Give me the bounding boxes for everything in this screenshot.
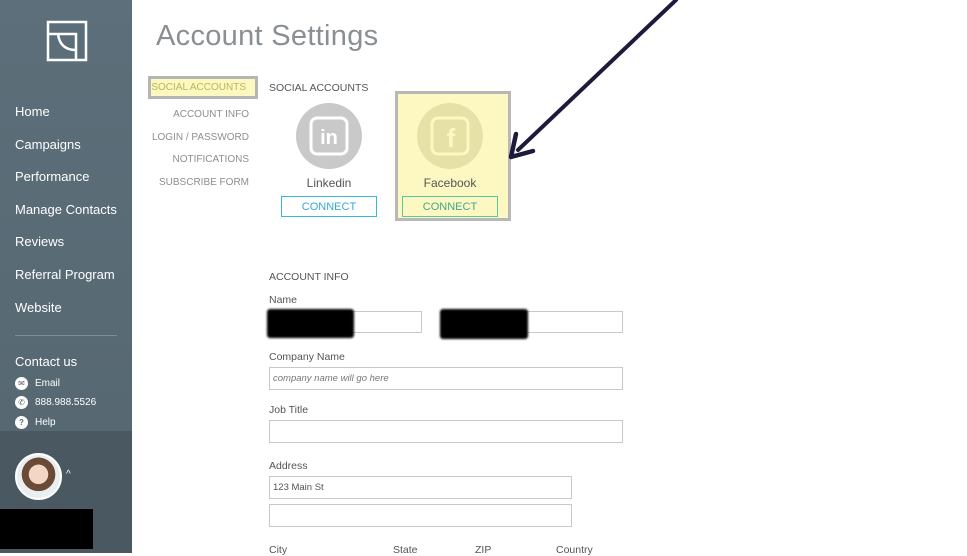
redacted-user-name [0,509,93,549]
chevron-up-icon[interactable]: ^ [66,469,71,480]
help-icon: ? [15,416,28,429]
address-line1-input[interactable]: 123 Main St [269,476,572,499]
job-title-input[interactable] [269,420,623,443]
profile-section: ^ [0,431,132,553]
email-icon: ✉ [15,377,28,390]
nav-referral-program[interactable]: Referral Program [0,263,132,296]
subnav-login-password[interactable]: LOGIN / PASSWORD [148,127,258,150]
sidebar-divider [15,335,117,336]
linkedin-label: Linkedin [306,176,352,190]
address-label: Address [269,460,308,472]
linkedin-connect-button[interactable]: CONNECT [281,196,377,217]
nav-manage-contacts[interactable]: Manage Contacts [0,198,132,231]
brand-logo[interactable] [46,20,88,62]
facebook-label: Facebook [423,176,477,190]
linkedin-card: in Linkedin CONNECT [280,103,378,217]
sidebar: Home Campaigns Performance Manage Contac… [0,0,132,553]
company-name-input[interactable]: company name will go here [269,367,623,390]
facebook-connect-button[interactable]: CONNECT [402,196,498,217]
name-label: Name [269,294,298,306]
settings-subnav: SOCIAL ACCOUNTS ACCOUNT INFO LOGIN / PAS… [148,76,258,194]
subnav-subscribe-form[interactable]: SUBSCRIBE FORM [148,172,258,195]
nav-home[interactable]: Home [0,100,132,133]
redacted-first-name [267,309,354,338]
facebook-card: f Facebook CONNECT [401,103,499,217]
nav-reviews[interactable]: Reviews [0,230,132,263]
company-name-label: Company Name [269,351,345,363]
contact-email-link[interactable]: ✉ Email [15,377,60,390]
address-line2-input[interactable] [269,504,572,527]
country-label: Country [556,544,593,556]
contact-help-link[interactable]: ? Help [15,416,56,429]
phone-icon: ✆ [15,396,28,409]
svg-text:in: in [320,127,338,149]
redacted-last-name [440,309,528,339]
job-title-label: Job Title [269,404,309,416]
contact-us-heading: Contact us [15,354,78,369]
nav-performance[interactable]: Performance [0,165,132,198]
contact-help-label: Help [35,417,56,428]
account-info-heading: ACCOUNT INFO [269,271,349,283]
contact-email-label: Email [35,378,61,389]
facebook-icon: f [417,103,483,169]
state-label: State [393,544,418,556]
avatar[interactable] [15,453,62,500]
annotation-arrow [508,0,678,160]
city-label: City [269,544,288,556]
svg-text:f: f [447,123,456,153]
linkedin-icon: in [296,103,362,169]
nav-website[interactable]: Website [0,296,132,329]
subnav-account-info[interactable]: ACCOUNT INFO [148,104,258,127]
social-accounts-heading: SOCIAL ACCOUNTS [269,82,369,94]
main-nav: Home Campaigns Performance Manage Contac… [0,100,132,328]
zip-label: ZIP [475,544,492,556]
nav-campaigns[interactable]: Campaigns [0,133,132,166]
subnav-notifications[interactable]: NOTIFICATIONS [148,149,258,172]
contact-phone-label: 888.988.5526 [35,397,97,408]
subnav-social-accounts[interactable]: SOCIAL ACCOUNTS [148,76,258,99]
contact-phone-link[interactable]: ✆ 888.988.5526 [15,396,96,409]
page-title: Account Settings [156,20,379,52]
